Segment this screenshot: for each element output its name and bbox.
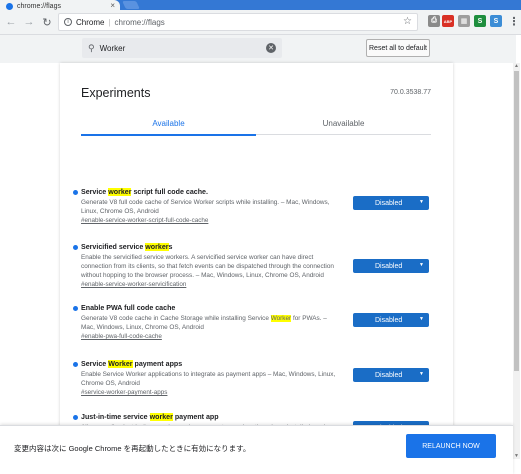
new-tab-button[interactable] — [122, 1, 140, 9]
title-highlight: worker — [149, 413, 173, 421]
tab-close-icon[interactable]: × — [110, 1, 115, 10]
chevron-down-icon: ▼ — [419, 316, 424, 322]
site-info-icon[interactable]: i — [64, 18, 72, 26]
title-text: Enable PWA full code cache — [81, 304, 176, 312]
experiment-select[interactable]: Disabled ▼ — [353, 259, 429, 273]
title-text: Service — [81, 188, 109, 196]
experiment-description: Enable Service Worker applications to in… — [81, 370, 341, 388]
version-label: 70.0.3538.77 — [390, 89, 431, 96]
back-icon[interactable]: ← — [4, 15, 18, 29]
experiment-title: Service Worker payment apps — [81, 360, 182, 368]
experiment-title: Service worker script full code cache. — [81, 188, 208, 196]
address-separator: | — [108, 17, 111, 27]
experiment-item: Enable PWA full code cache Generate V8 co… — [73, 304, 434, 349]
search-input[interactable]: ⚲ Worker ✕ — [82, 38, 282, 58]
experiment-item: Servicified service workers Enable the se… — [73, 243, 434, 288]
scroll-up-icon[interactable]: ▲ — [514, 63, 519, 69]
skype-extension-icon[interactable]: S — [490, 15, 502, 27]
reload-icon[interactable]: ↻ — [40, 15, 54, 29]
scroll-thumb[interactable] — [514, 71, 519, 371]
experiment-description: Enable the servicified service workers. … — [81, 253, 341, 280]
desc-text: Enable the servicified service workers. … — [81, 254, 334, 279]
experiment-anchor-link[interactable]: #enable-pwa-full-code-cache — [81, 333, 162, 340]
experiment-status-dot — [73, 190, 78, 195]
search-value: Worker — [99, 43, 126, 53]
experiment-description: Generate V8 code cache in Cache Storage … — [81, 314, 341, 332]
experiment-anchor-link[interactable]: #enable-service-worker-script-full-code-… — [81, 217, 208, 224]
print-extension-icon[interactable]: ⎙ — [428, 15, 440, 27]
title-highlight: Worker — [108, 360, 133, 368]
relaunch-footer: 変更内容は次に Google Chrome を再起動したときに有効になります。 … — [0, 425, 513, 474]
scroll-down-icon[interactable]: ▼ — [514, 453, 519, 459]
experiment-title: Enable PWA full code cache — [81, 304, 175, 312]
experiment-item: Service Worker payment apps Enable Servic… — [73, 360, 434, 405]
title-text: script full code cache. — [131, 188, 208, 196]
title-text: payment app — [172, 413, 219, 421]
tab-available[interactable]: Available — [81, 111, 256, 136]
experiment-title: Just-in-time service worker payment app — [81, 413, 219, 421]
browser-window: chrome://flags × ← → ↻ i Chrome | chrome… — [0, 0, 521, 474]
experiment-status-dot — [73, 245, 78, 250]
chrome-menu-icon[interactable]: ⋮ — [508, 15, 520, 28]
search-icon: ⚲ — [88, 42, 95, 53]
title-highlight: worker — [108, 188, 132, 196]
experiments-panel: Experiments 70.0.3538.77 Available Unava… — [60, 63, 453, 459]
select-value: Disabled — [375, 371, 403, 379]
desc-highlight: Worker — [270, 315, 292, 322]
desc-text: Enable Service Worker applications to in… — [81, 371, 336, 387]
title-text: Just-in-time service — [81, 413, 150, 421]
select-value: Disabled — [375, 316, 403, 324]
address-scheme: Chrome — [76, 17, 105, 27]
experiment-status-dot — [73, 362, 78, 367]
experiment-tabs: Available Unavailable — [81, 111, 431, 136]
relaunch-button[interactable]: RELAUNCH NOW — [406, 434, 496, 458]
desc-text: Generate V8 code cache in Cache Storage … — [81, 315, 271, 322]
address-url: chrome://flags — [114, 17, 165, 27]
clear-search-icon[interactable]: ✕ — [266, 43, 276, 53]
grid-extension-icon[interactable]: ▦ — [458, 15, 470, 27]
chevron-down-icon: ▼ — [419, 371, 424, 377]
page-title: Experiments — [81, 86, 151, 100]
experiment-anchor-link[interactable]: #service-worker-payment-apps — [81, 389, 167, 396]
experiment-status-dot — [73, 306, 78, 311]
experiment-anchor-link[interactable]: #enable-service-worker-servicification — [81, 281, 186, 288]
experiment-status-dot — [73, 415, 78, 420]
chevron-down-icon: ▼ — [419, 199, 424, 205]
select-value: Disabled — [375, 199, 403, 207]
flags-page: ⚲ Worker ✕ Reset all to default Experime… — [0, 34, 521, 474]
toolbar: ← → ↻ i Chrome | chrome://flags ☆ ⎙ ABP ▦ S… — [0, 10, 521, 34]
s-extension-icon[interactable]: S — [474, 15, 486, 27]
experiment-select[interactable]: Disabled ▼ — [353, 196, 429, 210]
chevron-down-icon: ▼ — [419, 262, 424, 268]
search-header: ⚲ Worker ✕ Reset all to default — [0, 35, 516, 63]
experiment-select[interactable]: Disabled ▼ — [353, 313, 429, 327]
experiment-description: Generate V8 full code cache of Service W… — [81, 198, 341, 216]
relaunch-message: 変更内容は次に Google Chrome を再起動したときに有効になります。 — [14, 444, 251, 453]
title-highlight: worker — [145, 243, 169, 251]
desc-text: Generate V8 full code cache of Service W… — [81, 199, 330, 215]
page-scrollbar[interactable]: ▲ ▼ — [513, 63, 520, 459]
tab-title: chrome://flags — [17, 2, 61, 10]
title-text: Servicified service — [81, 243, 146, 251]
experiment-title: Servicified service workers — [81, 243, 173, 251]
address-bar[interactable]: i Chrome | chrome://flags ☆ — [58, 13, 418, 31]
reset-all-button[interactable]: Reset all to default — [366, 39, 430, 57]
tab-favicon-icon — [6, 2, 13, 10]
title-text: Service — [81, 360, 109, 368]
bookmark-star-icon[interactable]: ☆ — [403, 16, 412, 27]
tab-unavailable[interactable]: Unavailable — [256, 111, 431, 135]
select-value: Disabled — [375, 262, 403, 270]
abp-extension-icon[interactable]: ABP — [442, 15, 454, 27]
tab-strip: chrome://flags × — [0, 0, 521, 12]
experiment-select[interactable]: Disabled ▼ — [353, 368, 429, 382]
experiment-item: Service worker script full code cache. Ge… — [73, 188, 434, 233]
title-text: s — [168, 243, 173, 251]
title-text: payment apps — [132, 360, 183, 368]
forward-icon[interactable]: → — [22, 15, 36, 29]
